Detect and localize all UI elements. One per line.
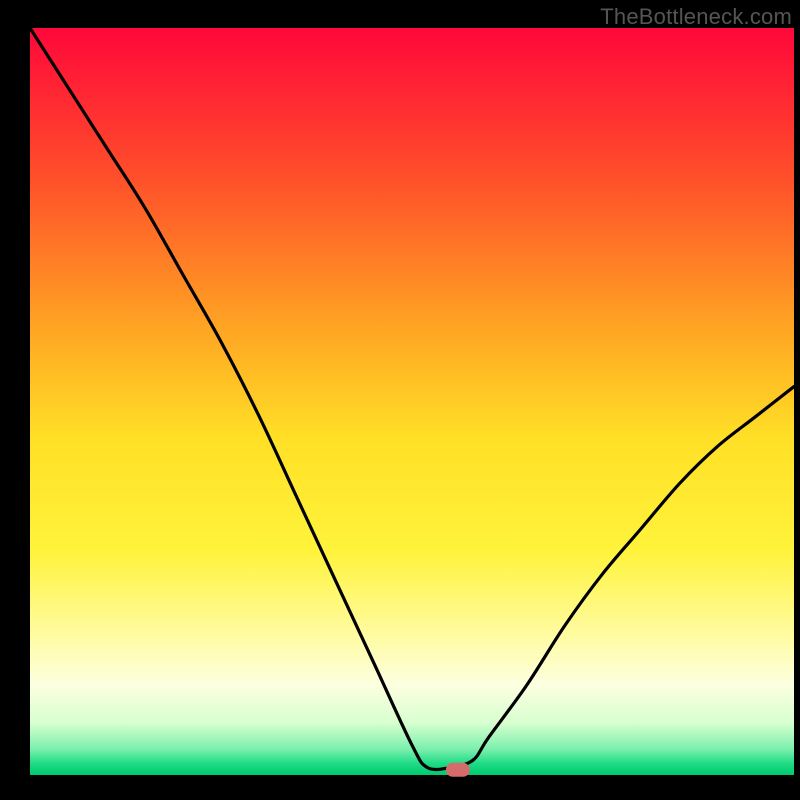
chart-frame bbox=[0, 0, 800, 800]
watermark-text: TheBottleneck.com bbox=[600, 4, 792, 30]
optimal-point-marker bbox=[446, 763, 470, 777]
chart-plot-area bbox=[30, 28, 794, 775]
bottleneck-chart bbox=[0, 0, 800, 800]
